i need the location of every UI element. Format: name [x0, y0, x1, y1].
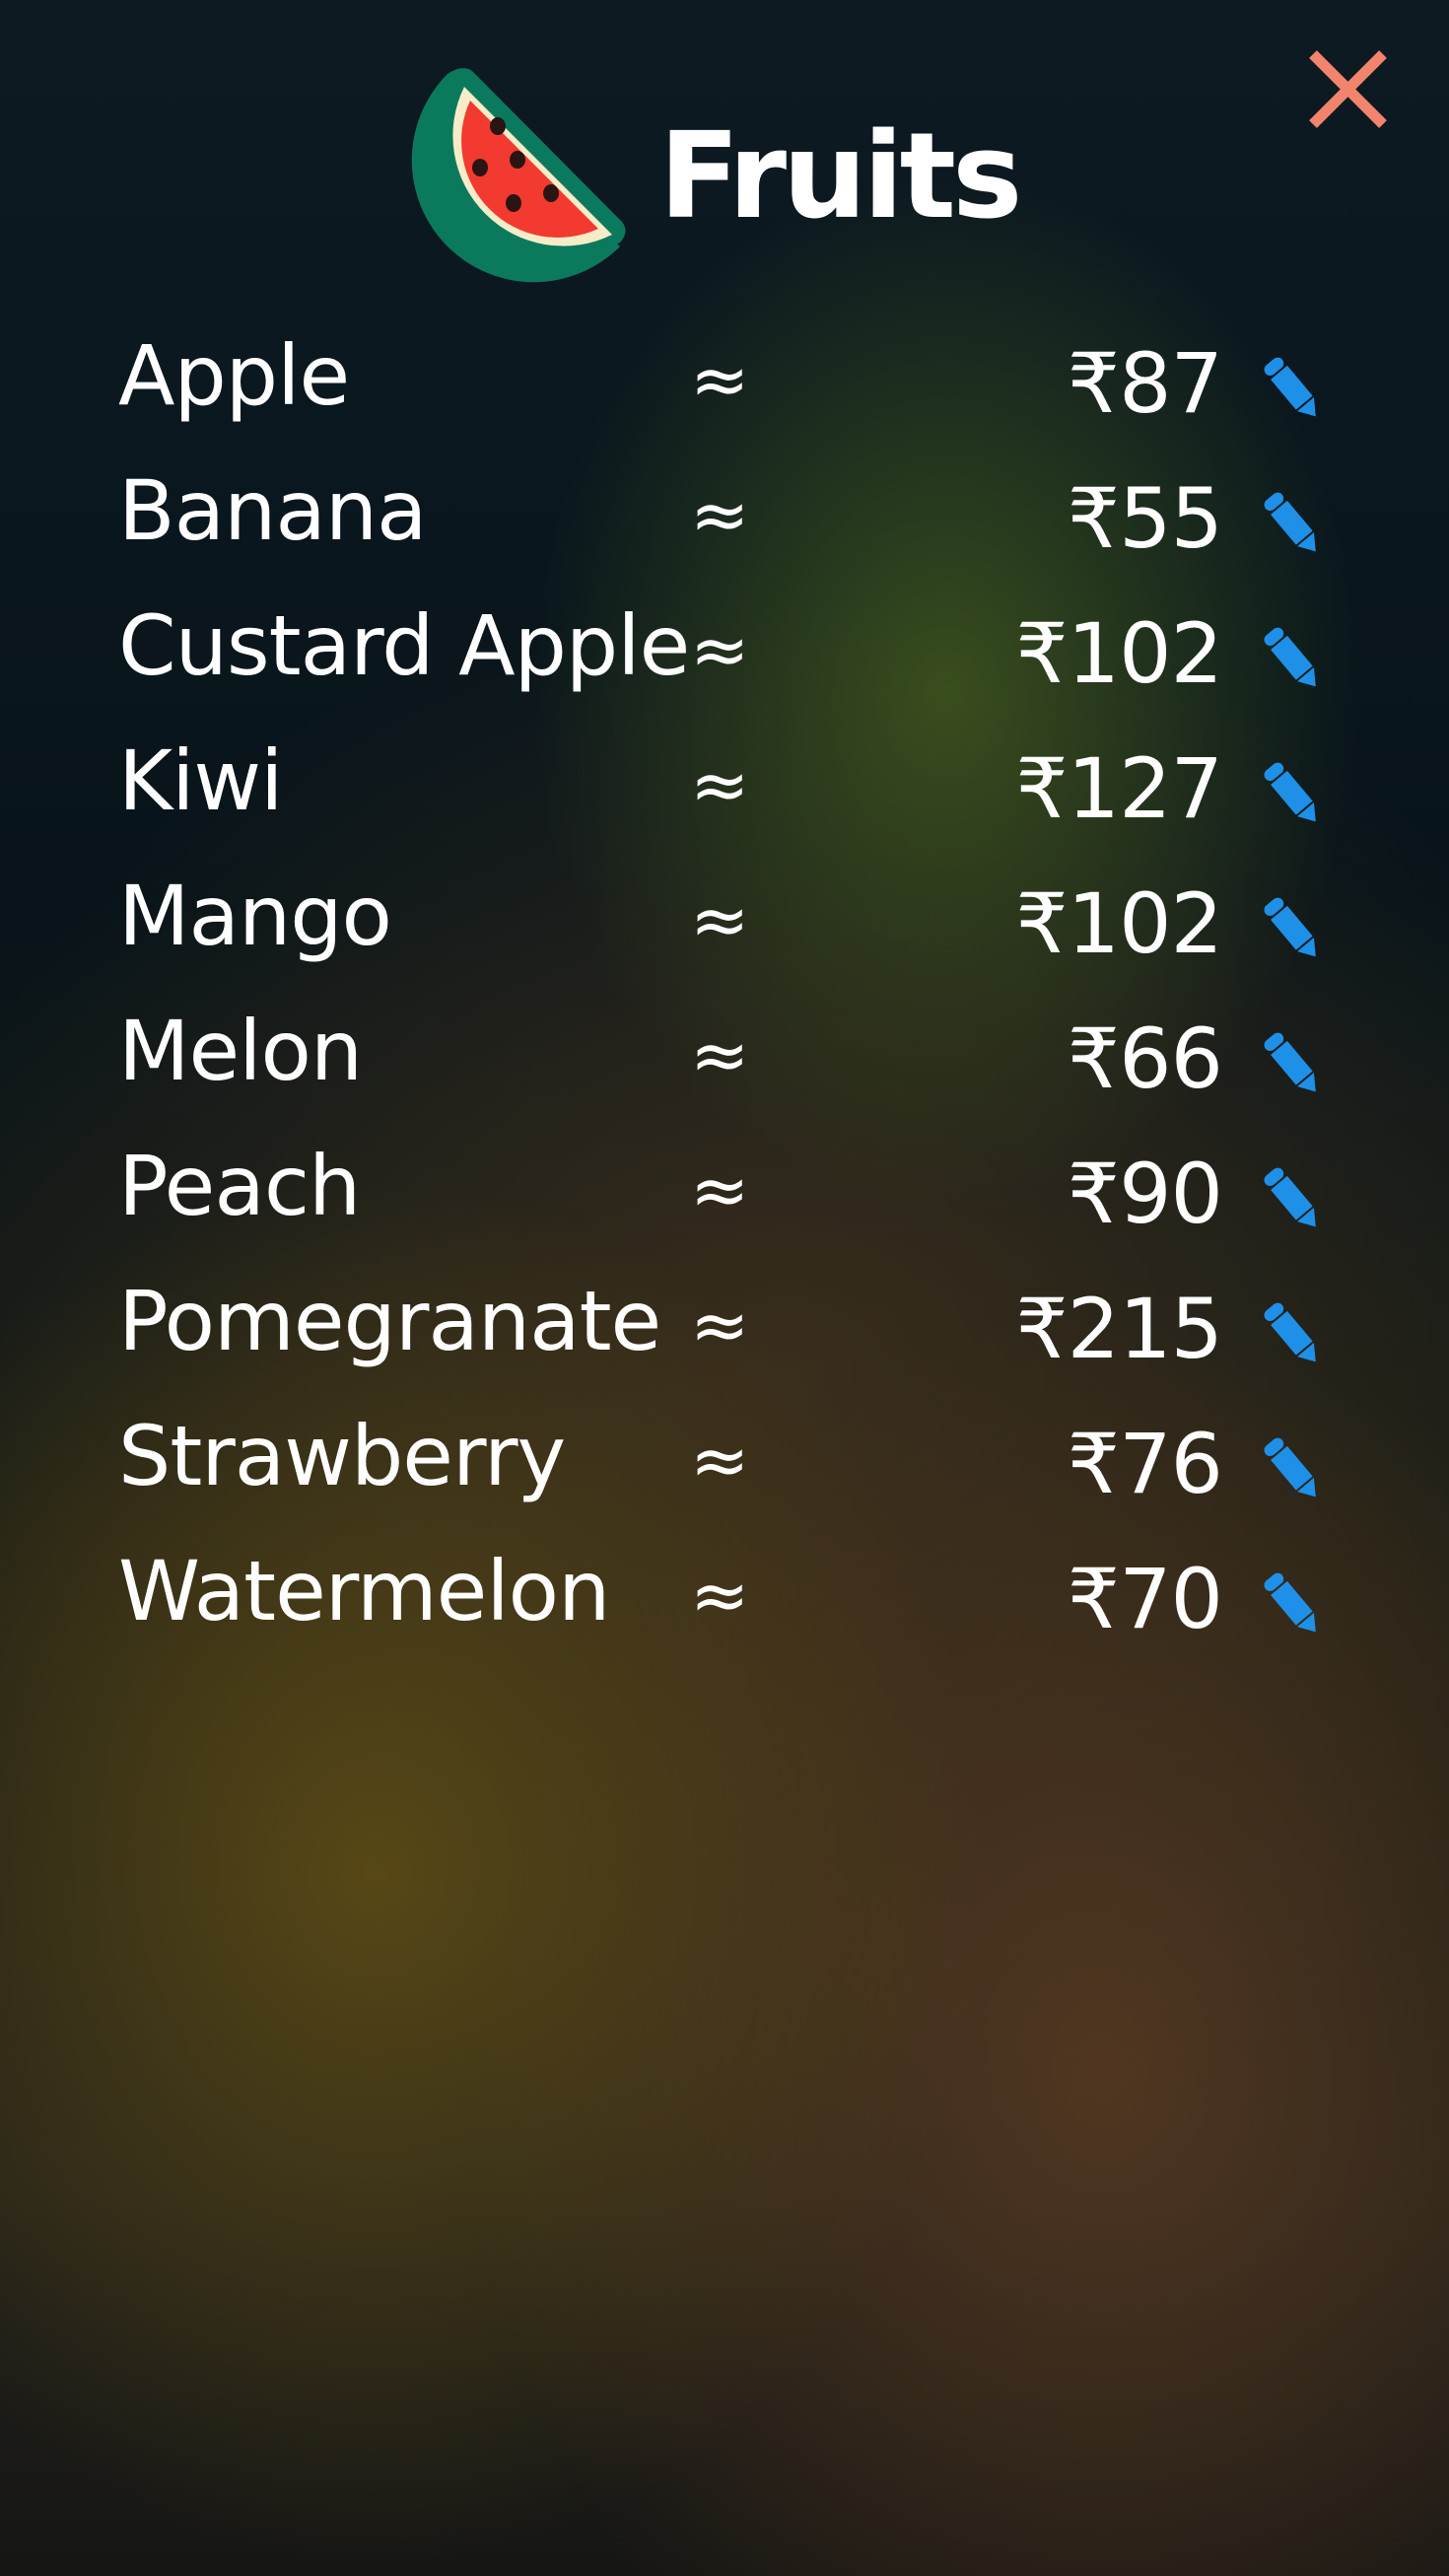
item-price: ₹90 — [1067, 1146, 1223, 1242]
item-price: ₹127 — [1015, 740, 1223, 837]
item-name: Apple — [118, 327, 350, 424]
list-item: Melon ≈ ₹66 — [0, 996, 1449, 1131]
page-title: Fruits — [658, 108, 1023, 245]
item-name: Melon — [118, 1003, 363, 1099]
close-icon[interactable] — [1301, 44, 1395, 138]
list-item: Pomegranate ≈ ₹215 — [0, 1266, 1449, 1401]
fruit-list: Apple ≈ ₹87 Banana ≈ ₹55 Custard Apple ≈… — [0, 320, 1449, 1671]
item-name: Kiwi — [118, 732, 283, 829]
list-item: Strawberry ≈ ₹76 — [0, 1401, 1449, 1536]
approx-symbol: ≈ — [690, 1419, 750, 1501]
approx-symbol: ≈ — [690, 1284, 750, 1366]
pencil-icon[interactable] — [1260, 1164, 1325, 1233]
approx-symbol: ≈ — [690, 1013, 750, 1096]
item-name: Mango — [118, 868, 392, 964]
item-price: ₹102 — [1015, 605, 1223, 702]
item-name: Watermelon — [118, 1543, 610, 1639]
watermelon-icon — [411, 68, 626, 283]
header: Fruits — [0, 49, 1449, 296]
approx-symbol: ≈ — [690, 743, 750, 826]
approx-symbol: ≈ — [690, 1149, 750, 1231]
item-name: Banana — [118, 462, 428, 559]
item-name: Strawberry — [118, 1408, 566, 1504]
list-item: Banana ≈ ₹55 — [0, 455, 1449, 591]
list-item: Watermelon ≈ ₹70 — [0, 1536, 1449, 1671]
list-item: Apple ≈ ₹87 — [0, 320, 1449, 455]
item-price: ₹55 — [1067, 470, 1223, 567]
approx-symbol: ≈ — [690, 473, 750, 556]
list-item: Custard Apple ≈ ₹102 — [0, 591, 1449, 726]
pencil-icon[interactable] — [1260, 759, 1325, 828]
pencil-icon[interactable] — [1260, 489, 1325, 558]
item-price: ₹76 — [1067, 1416, 1223, 1512]
pencil-icon[interactable] — [1260, 354, 1325, 423]
pencil-icon[interactable] — [1260, 1434, 1325, 1503]
item-price: ₹87 — [1067, 335, 1223, 432]
approx-symbol: ≈ — [690, 338, 750, 421]
approx-symbol: ≈ — [690, 1554, 750, 1636]
item-price: ₹102 — [1015, 875, 1223, 972]
item-price: ₹215 — [1015, 1281, 1223, 1377]
pencil-icon[interactable] — [1260, 1569, 1325, 1638]
item-name: Pomegranate — [118, 1273, 661, 1369]
pencil-icon[interactable] — [1260, 894, 1325, 963]
list-item: Mango ≈ ₹102 — [0, 861, 1449, 996]
item-price: ₹70 — [1067, 1551, 1223, 1647]
item-name: Peach — [118, 1138, 361, 1234]
approx-symbol: ≈ — [690, 878, 750, 961]
list-item: Kiwi ≈ ₹127 — [0, 726, 1449, 861]
item-price: ₹66 — [1067, 1010, 1223, 1107]
pencil-icon[interactable] — [1260, 624, 1325, 693]
approx-symbol: ≈ — [690, 608, 750, 691]
pencil-icon[interactable] — [1260, 1299, 1325, 1368]
list-item: Peach ≈ ₹90 — [0, 1131, 1449, 1266]
pencil-icon[interactable] — [1260, 1029, 1325, 1098]
item-name: Custard Apple — [118, 597, 690, 694]
